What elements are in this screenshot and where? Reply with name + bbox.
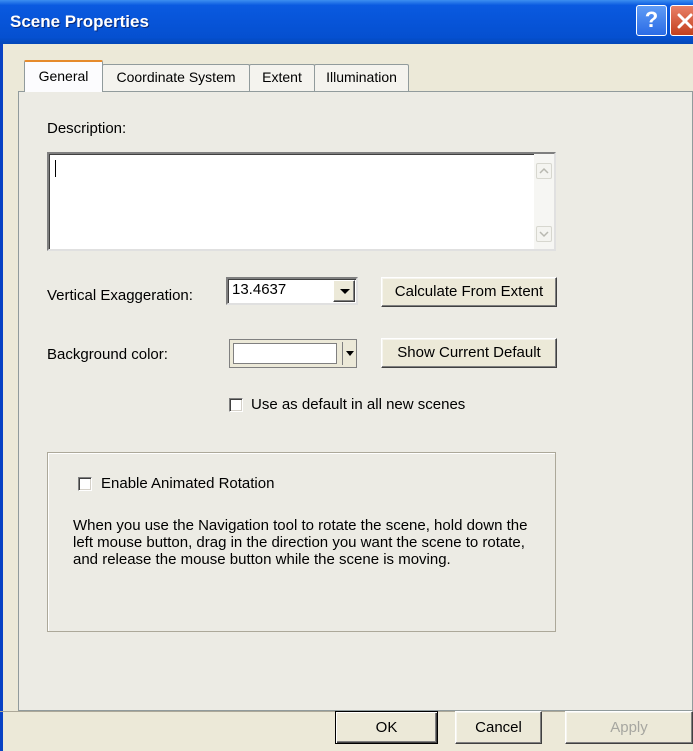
tab-extent[interactable]: Extent [249, 64, 315, 91]
tab-label: Coordinate System [116, 69, 236, 85]
button-label: Calculate From Extent [394, 283, 544, 300]
tab-general[interactable]: General [24, 60, 103, 92]
close-icon [677, 13, 693, 29]
window-frame-left [0, 44, 3, 751]
scene-properties-dialog: Scene Properties ? Coordinate System Ext… [0, 0, 693, 751]
enable-animated-rotation-checkbox[interactable] [78, 477, 92, 491]
vertical-exaggeration-combo[interactable]: 13.4637 [226, 277, 358, 305]
color-picker-divider [342, 342, 343, 365]
button-label: Apply [610, 719, 648, 736]
scroll-up-button[interactable] [536, 163, 552, 179]
cancel-button[interactable]: Cancel [455, 711, 542, 744]
close-button[interactable] [670, 5, 693, 36]
description-textarea[interactable] [47, 152, 556, 251]
description-label: Description: [47, 120, 127, 137]
use-as-default-checkbox[interactable] [229, 398, 243, 412]
help-button[interactable]: ? [636, 5, 667, 36]
tab-label: Extent [262, 69, 302, 85]
animated-rotation-help-text: When you use the Navigation tool to rota… [73, 517, 528, 568]
description-scrollbar[interactable] [534, 154, 554, 249]
vertical-exaggeration-value: 13.4637 [232, 281, 287, 298]
window-title: Scene Properties [10, 12, 149, 31]
background-color-swatch [233, 343, 337, 364]
tab-illumination[interactable]: Illumination [314, 64, 409, 91]
enable-animated-rotation-label: Enable Animated Rotation [101, 475, 275, 492]
use-as-default-label: Use as default in all new scenes [251, 396, 466, 413]
scroll-down-button[interactable] [536, 226, 552, 242]
background-color-picker[interactable] [229, 339, 357, 368]
button-label: Cancel [475, 719, 522, 736]
calculate-from-extent-button[interactable]: Calculate From Extent [381, 277, 557, 307]
dropdown-arrow-icon [346, 351, 354, 356]
help-icon: ? [644, 7, 659, 32]
show-current-default-button[interactable]: Show Current Default [381, 338, 557, 368]
vertical-exaggeration-dropdown-button[interactable] [333, 280, 355, 302]
vertical-exaggeration-label: Vertical Exaggeration: [47, 287, 193, 304]
title-bar[interactable]: Scene Properties ? [0, 0, 693, 44]
tab-label: Illumination [326, 69, 397, 85]
text-caret [55, 160, 56, 177]
chevron-down-icon [539, 231, 549, 238]
chevron-up-icon [539, 167, 549, 174]
tab-coordinate-system[interactable]: Coordinate System [102, 64, 250, 91]
apply-button[interactable]: Apply [565, 711, 693, 744]
tab-label: General [38, 68, 89, 84]
button-label: OK [375, 719, 398, 736]
button-label: Show Current Default [397, 344, 541, 361]
background-color-label: Background color: [47, 346, 168, 363]
ok-button[interactable]: OK [335, 711, 438, 744]
dropdown-arrow-icon [340, 289, 350, 294]
